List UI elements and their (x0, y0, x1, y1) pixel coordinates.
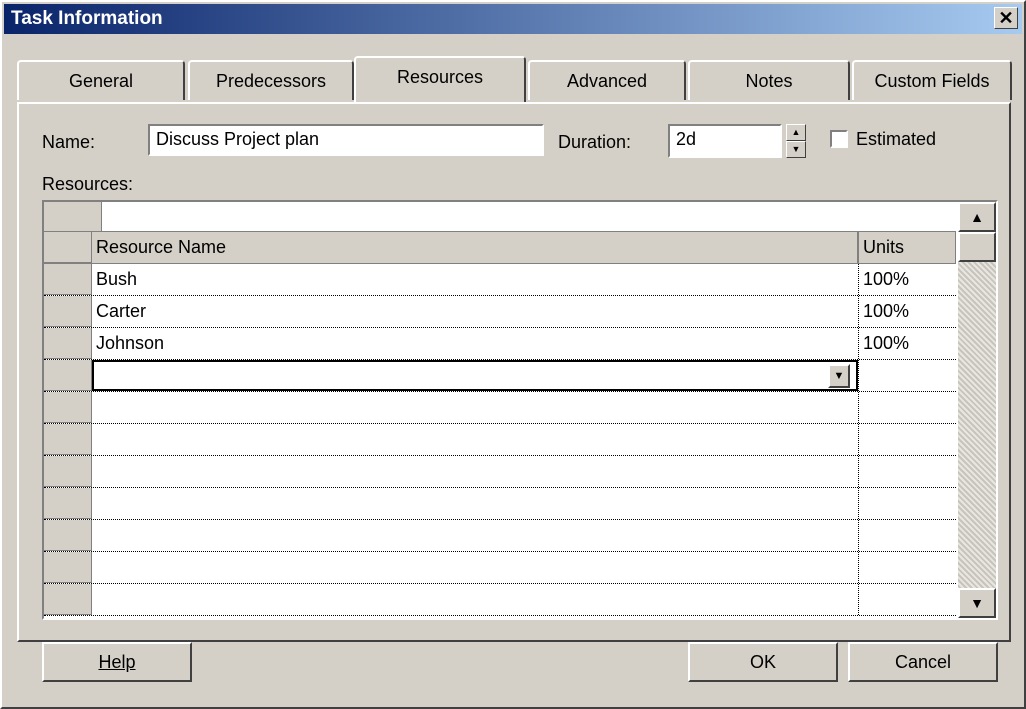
table-row[interactable] (44, 424, 956, 456)
table-row[interactable] (44, 392, 956, 424)
help-button-label: Help (98, 652, 136, 672)
resource-name-cell[interactable] (92, 424, 858, 455)
chevron-down-icon[interactable]: ▼ (828, 364, 850, 388)
resource-name-cell[interactable] (92, 584, 858, 615)
tab-general[interactable]: General (17, 60, 185, 100)
duration-field[interactable]: 2d (668, 124, 782, 158)
tab-label: Predecessors (215, 71, 327, 91)
vertical-scrollbar[interactable]: ▲ ▼ (958, 202, 996, 618)
resource-name-cell[interactable] (92, 552, 858, 583)
cancel-button[interactable]: Cancel (848, 642, 998, 682)
units-cell[interactable] (858, 552, 956, 583)
table-row[interactable] (44, 520, 956, 552)
entry-bar-corner (44, 202, 102, 232)
tab-label: Resources (396, 67, 484, 87)
header-corner (44, 232, 92, 263)
row-header[interactable] (44, 392, 92, 423)
resource-name-cell[interactable]: Carter (92, 296, 858, 327)
column-header-units[interactable]: Units (858, 232, 956, 263)
tab-predecessors[interactable]: Predecessors (188, 60, 354, 100)
tab-notes[interactable]: Notes (688, 60, 850, 100)
table-row[interactable] (44, 488, 956, 520)
table-row[interactable]: ▼ (44, 360, 956, 392)
column-header-resource-name[interactable]: Resource Name (92, 232, 858, 263)
duration-spinner[interactable]: ▲ ▼ (786, 124, 806, 158)
tab-advanced[interactable]: Advanced (528, 60, 686, 100)
entry-bar-field[interactable] (102, 202, 956, 231)
resource-name-cell[interactable]: Bush (92, 264, 858, 295)
resource-name-cell[interactable]: Johnson (92, 328, 858, 359)
resource-name-cell-active[interactable]: ▼ (92, 360, 858, 391)
resources-label: Resources: (42, 174, 134, 194)
table-row[interactable]: Johnson 100% (44, 328, 956, 360)
units-cell[interactable]: 100% (858, 296, 956, 327)
row-header[interactable] (44, 360, 92, 391)
estimated-label: Estimated (856, 129, 937, 149)
close-button[interactable]: ✕ (994, 7, 1018, 29)
resource-name-cell[interactable] (92, 520, 858, 551)
units-cell[interactable] (858, 488, 956, 519)
units-cell[interactable] (858, 360, 956, 391)
task-information-dialog: Task Information ✕ General Predecessors … (0, 0, 1026, 709)
units-cell[interactable]: 100% (858, 264, 956, 295)
spin-down-icon[interactable]: ▼ (786, 141, 806, 158)
window-title: Task Information (11, 8, 163, 29)
table-row[interactable] (44, 552, 956, 584)
ok-button[interactable]: OK (688, 642, 838, 682)
tab-label: Notes (745, 71, 793, 91)
units-cell[interactable] (858, 584, 956, 615)
name-label: Name: (42, 132, 96, 152)
duration-label: Duration: (558, 132, 632, 152)
row-header[interactable] (44, 424, 92, 455)
estimated-checkbox[interactable] (830, 130, 848, 148)
name-field[interactable]: Discuss Project plan (148, 124, 544, 156)
tab-resources[interactable]: Resources (354, 56, 526, 102)
resource-name-cell[interactable] (92, 456, 858, 487)
table-row[interactable] (44, 456, 956, 488)
row-header[interactable] (44, 328, 92, 359)
resource-name-cell[interactable] (92, 392, 858, 423)
units-cell[interactable]: 100% (858, 328, 956, 359)
tab-label: Custom Fields (874, 71, 990, 91)
table-row[interactable]: Carter 100% (44, 296, 956, 328)
row-header[interactable] (44, 456, 92, 487)
scroll-down-icon[interactable]: ▼ (958, 588, 996, 618)
tab-custom-fields[interactable]: Custom Fields (852, 60, 1012, 100)
table-row[interactable] (44, 584, 956, 616)
units-cell[interactable] (858, 520, 956, 551)
entry-bar (44, 202, 956, 232)
tab-label: Advanced (566, 71, 648, 91)
row-header[interactable] (44, 264, 92, 295)
resource-name-cell[interactable] (92, 488, 858, 519)
units-cell[interactable] (858, 424, 956, 455)
scroll-up-icon[interactable]: ▲ (958, 202, 996, 232)
units-cell[interactable] (858, 456, 956, 487)
units-cell[interactable] (858, 392, 956, 423)
title-bar: Task Information ✕ (4, 4, 1022, 34)
spin-up-icon[interactable]: ▲ (786, 124, 806, 141)
row-header[interactable] (44, 584, 92, 615)
resources-grid: Resource Name Units Bush 100% Carter 100% … (42, 200, 998, 620)
row-header[interactable] (44, 488, 92, 519)
row-header[interactable] (44, 552, 92, 583)
help-button[interactable]: Help (42, 642, 192, 682)
tab-label: General (68, 71, 134, 91)
scrollbar-thumb[interactable] (958, 232, 996, 262)
grid-header-row: Resource Name Units (44, 232, 956, 264)
row-header[interactable] (44, 296, 92, 327)
row-header[interactable] (44, 520, 92, 551)
table-row[interactable]: Bush 100% (44, 264, 956, 296)
